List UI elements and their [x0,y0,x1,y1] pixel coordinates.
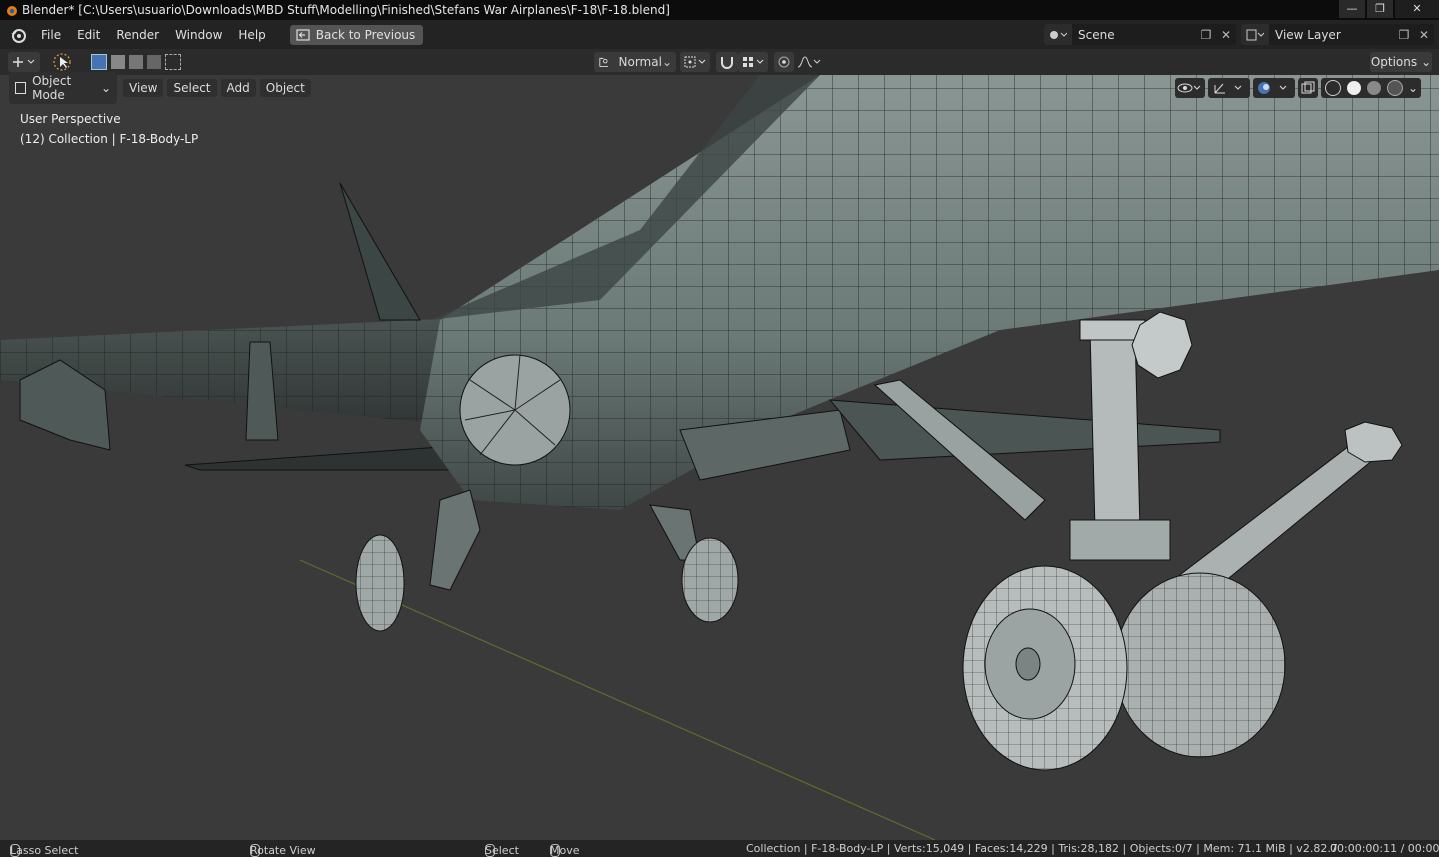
pivot-point-button[interactable] [680,52,710,72]
shading-mode-group: ⌄ [1321,78,1421,98]
falloff-curve-icon [797,56,821,68]
snap-element-button[interactable] [738,52,768,72]
blender-logo-icon [7,6,17,16]
snap-grid-icon [743,57,764,67]
viewport-shading-controls: ⌄ [1172,77,1421,99]
select-extend-icon[interactable] [111,55,125,69]
proportional-edit-button[interactable] [774,52,794,72]
fuselage-mesh [420,75,1439,510]
viewport-menu-view[interactable]: View [123,79,164,97]
active-tool-select-button[interactable] [48,52,76,72]
viewport-menu-add[interactable]: Add [220,79,256,97]
remove-view-layer-icon[interactable]: ✕ [1414,28,1434,42]
menu-window[interactable]: Window [167,25,230,45]
select-intersect-icon[interactable] [165,54,181,70]
overlays-icon [1258,82,1287,94]
proportional-edit-icon [778,56,790,68]
magnet-icon [721,57,733,69]
select-hint: Select [485,844,519,857]
scene-name-field[interactable]: Scene [1072,28,1196,42]
menu-help[interactable]: Help [230,25,273,45]
object-mode-label: Object Mode [32,74,72,102]
solid-shading-icon[interactable] [1346,81,1361,95]
scene-browse-icon[interactable] [1044,24,1072,45]
select-subtract-icon[interactable] [129,55,143,69]
options-label: Options [1370,55,1418,69]
view-layer-selector[interactable]: View Layer ❐ ✕ [1241,24,1434,45]
back-to-previous-label: Back to Previous [315,27,416,42]
blender-menu-icon[interactable] [9,26,27,44]
close-window-button[interactable]: ✕ [1395,0,1439,18]
menu-file[interactable]: File [33,25,69,45]
rendered-shading-icon[interactable] [1386,80,1403,96]
editor-type-button[interactable] [8,52,40,72]
window-titlebar: Blender* [C:\Users\usuario\Downloads\MBD… [0,0,1439,20]
viewport-info-overlay: User Perspective (12) Collection | F-18-… [20,109,198,149]
back-to-previous-button[interactable]: Back to Previous [289,24,424,45]
viewport-tool-header: Normal ⌄ Options ⌄ [0,49,1439,75]
object-mode-dropdown[interactable]: Object Mode ⌄ [9,72,117,104]
3d-viewport[interactable] [0,75,1439,840]
menu-render[interactable]: Render [108,25,167,45]
scene-selector[interactable]: Scene ❐ ✕ [1044,24,1236,45]
transform-orientation-dropdown[interactable]: Normal ⌄ [594,52,676,72]
gizmo-dropdown[interactable] [1208,78,1250,98]
scene-statistics: Collection | F-18-Body-LP | Verts:15,049… [746,842,1338,855]
status-bar: Lasso Select Rotate View Select Move Col… [0,840,1439,857]
remove-scene-icon[interactable]: ✕ [1216,28,1236,42]
options-dropdown[interactable]: Options ⌄ [1370,52,1432,72]
chevron-down-icon[interactable]: ⌄ [1408,81,1418,95]
collection-info-label: (12) Collection | F-18-Body-LP [20,132,199,146]
minimize-button[interactable]: — [1339,0,1365,18]
back-icon [296,28,310,41]
new-view-layer-icon[interactable]: ❐ [1394,28,1414,42]
viewport-menu-object[interactable]: Object [259,79,311,97]
select-invert-icon[interactable] [147,55,161,69]
selection-mode-group [88,52,184,72]
pivot-icon [684,56,706,68]
view-layer-name-field[interactable]: View Layer [1269,28,1394,42]
top-menubar: File Edit Render Window Help Back to Pre… [0,20,1439,49]
orientation-value: Normal [618,55,662,69]
visibility-dropdown[interactable] [1175,78,1205,98]
proportional-falloff-button[interactable] [794,52,824,72]
main-landing-gear [873,311,1403,771]
view-layer-browse-icon[interactable] [1241,24,1269,45]
chevron-down-icon: ⌄ [661,55,672,69]
chevron-down-icon: ⌄ [100,81,111,95]
lasso-select-hint: Lasso Select [10,844,79,857]
timecode: 00:00:00:11 / 00:00: [1330,842,1439,855]
snap-toggle-button[interactable] [716,52,738,72]
object-mode-icon [15,82,27,94]
select-new-icon[interactable] [91,54,107,70]
move-hint: Move [550,844,580,857]
viewport-scene[interactable] [0,75,1439,840]
chevron-down-icon: ⌄ [1421,55,1432,69]
front-gear-middle [649,504,739,623]
xray-icon [1301,81,1315,94]
gizmo-icon [1214,83,1242,94]
wireframe-shading-icon[interactable] [1324,80,1341,96]
editor-type-icon [13,57,35,67]
front-gear-left [355,489,481,632]
orientation-icon [599,57,608,67]
xray-toggle[interactable] [1298,78,1318,98]
viewport-menu-select[interactable]: Select [167,79,217,97]
eye-icon [1177,83,1201,93]
maximize-button[interactable]: ❐ [1367,0,1393,18]
material-shading-icon[interactable] [1366,81,1381,95]
new-scene-icon[interactable]: ❐ [1196,28,1216,42]
select-cursor-icon [53,53,71,71]
window-title: Blender* [C:\Users\usuario\Downloads\MBD… [22,3,670,17]
overlays-dropdown[interactable] [1253,78,1295,98]
menu-edit[interactable]: Edit [69,25,108,45]
rotate-view-hint: Rotate View [250,844,316,857]
perspective-label: User Perspective [20,112,121,126]
viewport-header: Object Mode ⌄ View Select Add Object [0,72,311,104]
